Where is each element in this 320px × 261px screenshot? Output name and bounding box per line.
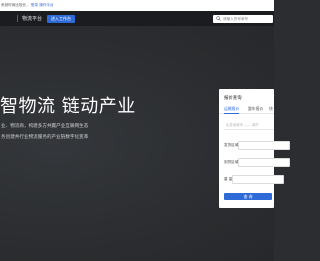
- search-box[interactable]: [213, 14, 273, 23]
- origin-label: 发货区域: [224, 143, 239, 147]
- hero-description-line1: 业、物流商，构建多方共赢产业互联网生态: [1, 124, 89, 129]
- tab-transport-quote[interactable]: 运输报价: [224, 106, 239, 112]
- search-icon: [216, 16, 221, 21]
- notice-link-login[interactable]: 登录: [31, 3, 38, 7]
- brand-title[interactable]: 物流平台: [22, 15, 42, 22]
- tab-express[interactable]: 快: [269, 106, 273, 112]
- weight-row: 重 量: [224, 174, 285, 185]
- destination-field[interactable]: [238, 158, 290, 167]
- origin-row: 发货区域: [224, 140, 290, 151]
- enter-workbench-button[interactable]: 进入工作台: [47, 14, 76, 23]
- route-row: [224, 120, 274, 131]
- search-input[interactable]: [223, 16, 273, 21]
- quote-card-title: 报价查询: [224, 96, 242, 101]
- query-button[interactable]: 查 询: [224, 193, 272, 200]
- hero-headline: 智物流 链动产业: [0, 96, 136, 117]
- quote-card: 报价查询 运输报价 整车报价 快 发货区域 到货区域 重 量 查 询: [219, 89, 290, 208]
- origin-field[interactable]: [238, 141, 290, 150]
- weight-field[interactable]: [232, 175, 285, 184]
- header-divider: [17, 15, 18, 22]
- quote-tabs: 运输报价 整车报价 快: [219, 104, 274, 114]
- route-field[interactable]: [224, 121, 274, 130]
- destination-row: 到货区域: [224, 157, 290, 168]
- notice-bar: 系统时间比较长， 登录 操作平台: [0, 0, 274, 11]
- destination-label: 到货区域: [224, 160, 239, 164]
- hero-description-line2: 务创建共行业物流服务的产业链数字化变革: [1, 135, 89, 140]
- tab-truckload-quote[interactable]: 整车报价: [248, 106, 263, 112]
- notice-link-platform[interactable]: 操作平台: [39, 3, 53, 7]
- hero-banner: 智物流 链动产业 业、物流商，构建多方共赢产业互联网生态 务创建共行业物流服务的…: [0, 26, 290, 261]
- active-tab-indicator: [224, 113, 239, 114]
- notice-text: 系统时间比较长，: [1, 3, 30, 7]
- weight-label: 重 量: [224, 177, 233, 181]
- top-header: 物流平台 进入工作台: [0, 11, 274, 26]
